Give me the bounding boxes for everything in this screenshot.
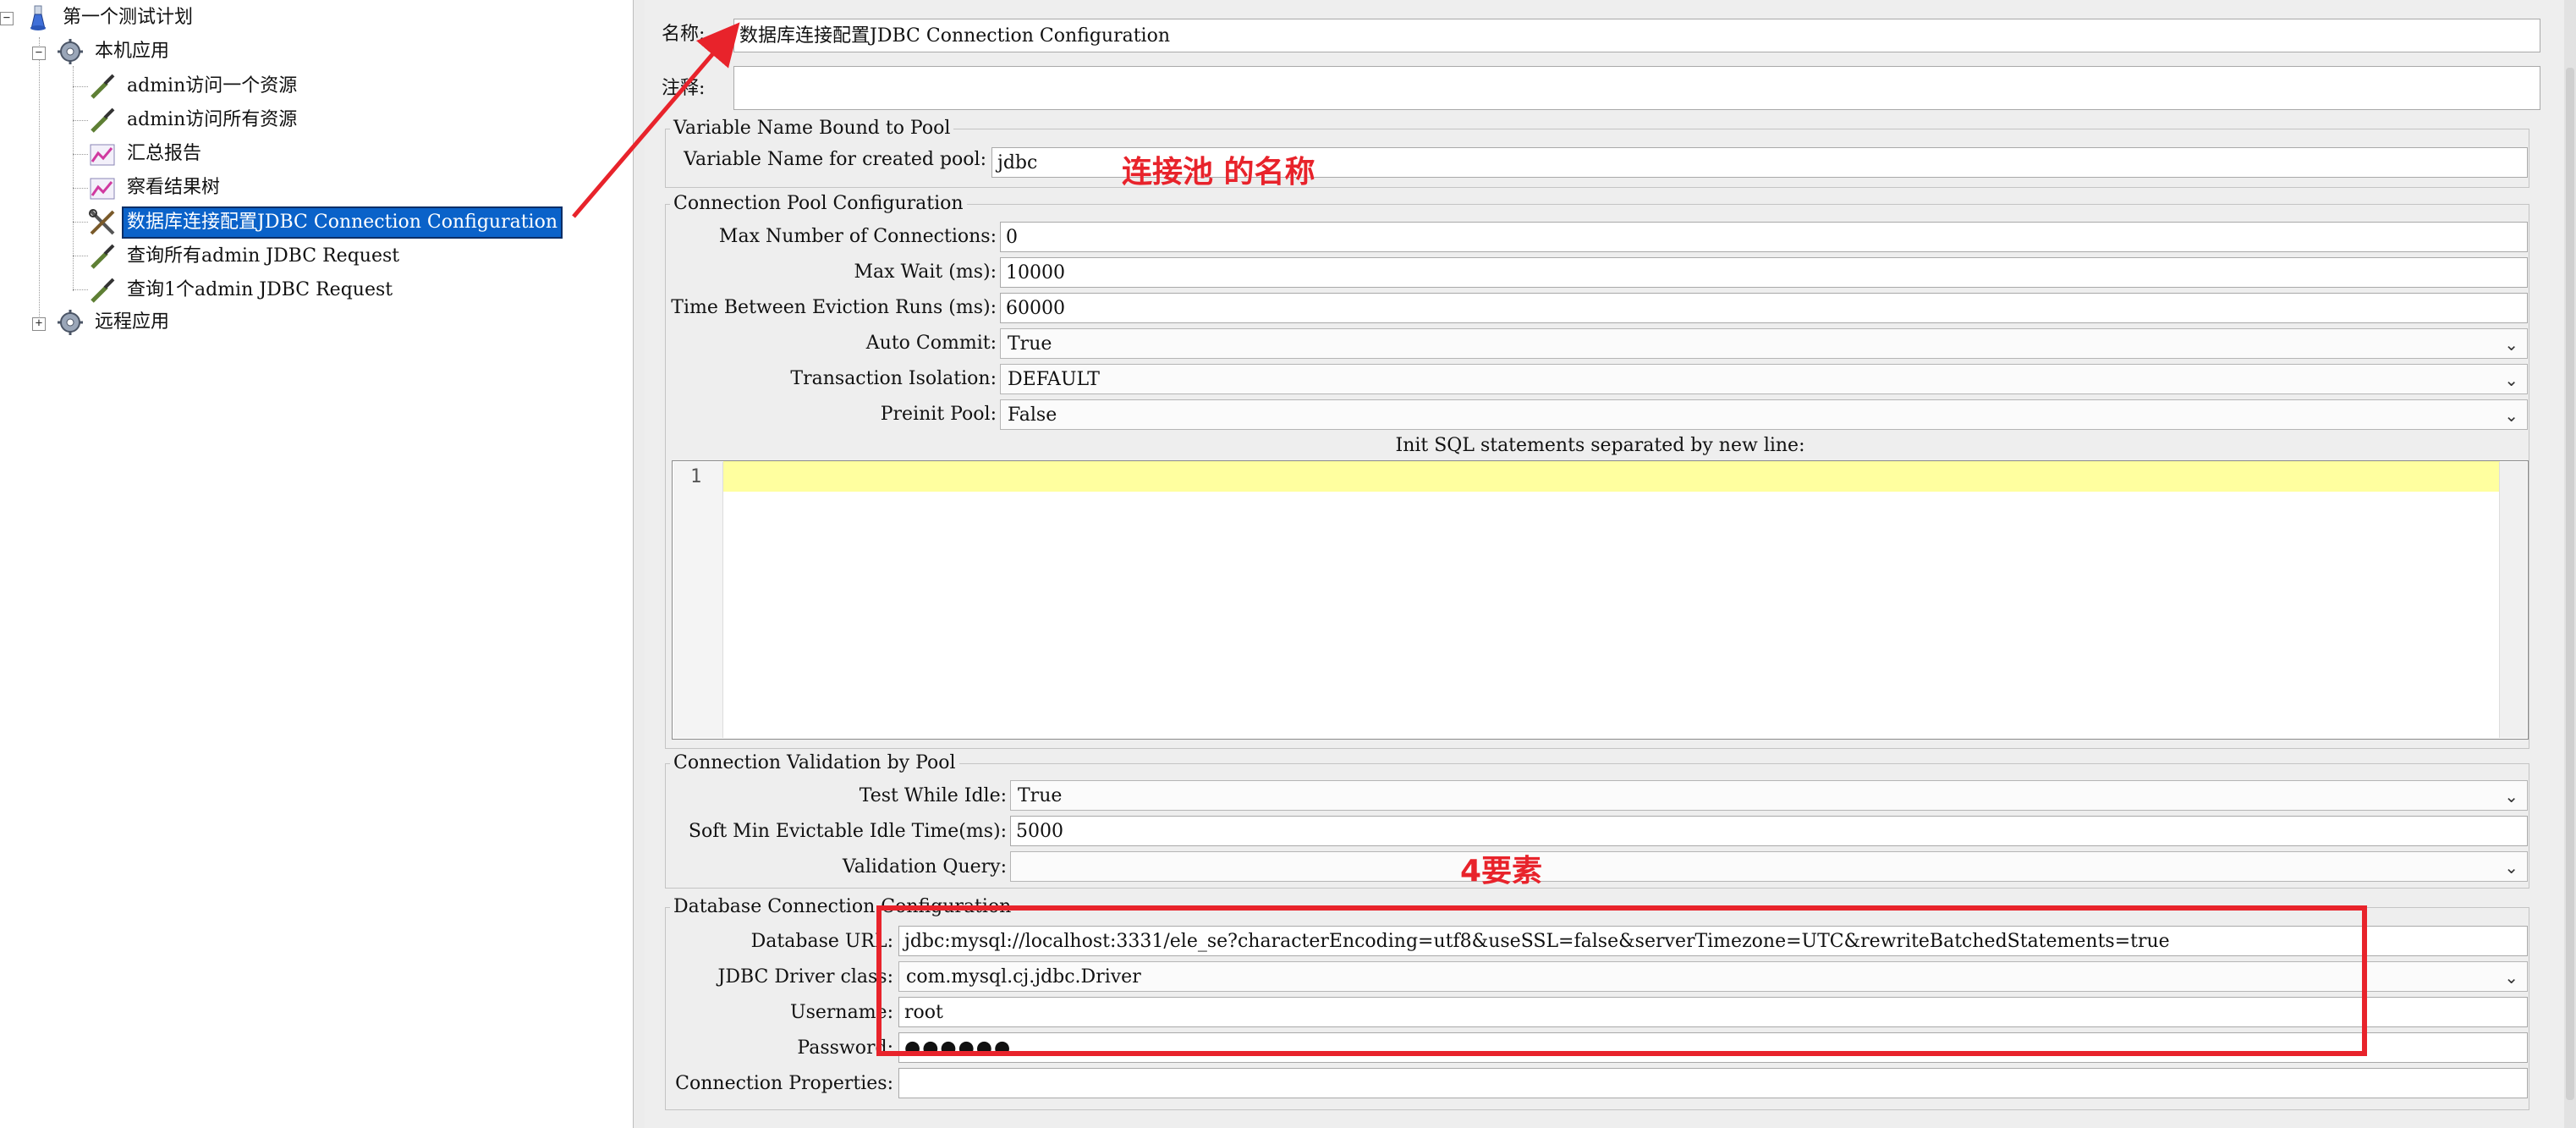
pool-name-annotation: 连接池 的名称 [1122,155,1315,190]
four-elements-annotation: 4要素 [1460,854,1543,889]
annotation-highlight-box [876,905,2367,1056]
